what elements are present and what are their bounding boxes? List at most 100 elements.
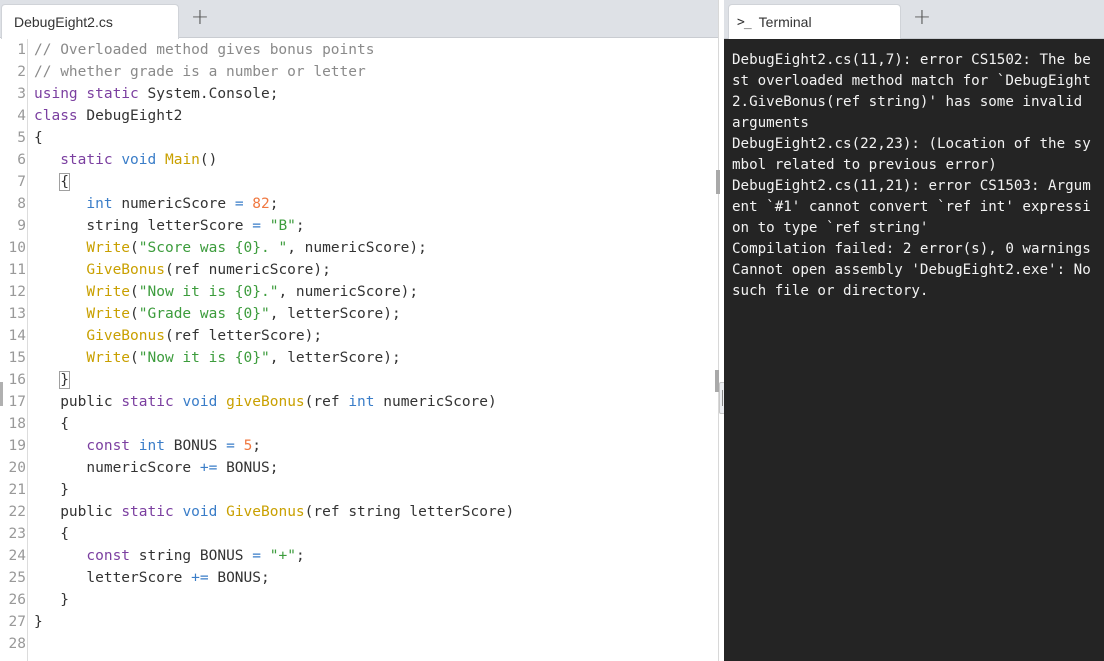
line-number: 3 — [17, 86, 26, 102]
code-text: // Overloaded method gives bonus points — [34, 39, 374, 61]
code-line[interactable]: 22 public static void GiveBonus(ref stri… — [0, 501, 700, 523]
code-token-plain: ; — [269, 196, 279, 212]
code-token-type: void — [121, 152, 157, 168]
code-line[interactable]: 1 // Overloaded method gives bonus points — [0, 39, 700, 61]
code-token-plain: { — [34, 130, 43, 146]
code-token-fn: giveBonus — [226, 394, 305, 410]
code-text: } — [34, 611, 43, 633]
code-line[interactable]: 27} — [0, 611, 700, 633]
code-token-op: += — [191, 570, 209, 586]
line-number: 27 — [8, 614, 26, 630]
line-number: 11 — [8, 262, 26, 278]
code-token-type: void — [182, 394, 218, 410]
line-number: 9 — [17, 218, 26, 234]
code-token-plain: ( — [130, 350, 139, 366]
code-line[interactable]: 7 { — [0, 171, 700, 193]
line-number: 18 — [8, 416, 26, 432]
add-editor-tab-button[interactable]: + — [180, 4, 220, 30]
line-number: 10 — [8, 240, 26, 256]
code-line[interactable]: 11 GiveBonus(ref numericScore); — [0, 259, 700, 281]
code-token-kw: class — [34, 108, 78, 124]
editor-fold-marker — [0, 382, 3, 406]
code-text: letterScore += BONUS; — [34, 567, 269, 589]
code-token-plain: BONUS — [164, 438, 227, 454]
code-token-plain: (ref letterScore); — [164, 328, 323, 344]
code-line[interactable]: 21 } — [0, 479, 700, 501]
code-token-plain: System.Console; — [138, 86, 279, 102]
tab-terminal[interactable]: >_ Terminal — [728, 4, 901, 39]
code-line[interactable]: 8 int numericScore = 82; — [0, 193, 700, 215]
code-line[interactable]: 28 — [0, 633, 700, 655]
line-number: 12 — [8, 284, 26, 300]
code-line[interactable]: 15 Write("Now it is {0}", letterScore); — [0, 347, 700, 369]
line-number: 22 — [8, 504, 26, 520]
code-line[interactable]: 2 // whether grade is a number or letter — [0, 61, 700, 83]
code-token-kw: const — [86, 438, 131, 454]
code-text: public static void giveBonus(ref int num… — [34, 391, 497, 413]
code-line[interactable]: 23 { — [0, 523, 700, 545]
code-token-op: = — [226, 438, 235, 454]
code-token-str: "B" — [269, 218, 296, 234]
tab-label: DebugEight2.cs — [14, 14, 113, 30]
code-text: { — [34, 523, 69, 545]
line-number: 23 — [8, 526, 26, 542]
line-number: 20 — [8, 460, 26, 476]
code-token-plain: , letterScore); — [269, 306, 401, 322]
tab-debugeight2-cs[interactable]: DebugEight2.cs — [1, 4, 179, 39]
code-line[interactable]: 13 Write("Grade was {0}", letterScore); — [0, 303, 700, 325]
terminal-output[interactable]: DebugEight2.cs(11,7): error CS1502: The … — [732, 50, 1098, 302]
code-line[interactable]: 5{ — [0, 127, 700, 149]
code-text: Write("Grade was {0}", letterScore); — [34, 303, 401, 325]
code-line[interactable]: 25 letterScore += BONUS; — [0, 567, 700, 589]
editor-tab-bar: DebugEight2.cs + — [0, 0, 718, 39]
editor-scrollbar-thumb-upper[interactable] — [716, 170, 720, 194]
code-line[interactable]: 9 string letterScore = "B"; — [0, 215, 700, 237]
line-number: 13 — [8, 306, 26, 322]
code-line[interactable]: 4 class DebugEight2 — [0, 105, 700, 127]
plus-icon: + — [190, 4, 210, 30]
code-text: } — [34, 369, 70, 391]
code-token-str: "Grade was {0}" — [138, 306, 270, 322]
code-text: { — [34, 413, 69, 435]
code-line[interactable]: 6 static void Main() — [0, 149, 700, 171]
code-text: const int BONUS = 5; — [34, 435, 261, 457]
code-token-plain: numericScore) — [374, 394, 497, 410]
code-line[interactable]: 17 public static void giveBonus(ref int … — [0, 391, 700, 413]
code-line[interactable]: 20 numericScore += BONUS; — [0, 457, 700, 479]
code-token-kw: static — [86, 86, 139, 102]
code-line[interactable]: 3 using static System.Console; — [0, 83, 700, 105]
code-line[interactable]: 14 GiveBonus(ref letterScore); — [0, 325, 700, 347]
add-terminal-tab-button[interactable]: + — [902, 4, 942, 30]
code-line[interactable]: 18 { — [0, 413, 700, 435]
code-token-comment: // whether grade is a number or letter — [34, 64, 366, 80]
code-line[interactable]: 24 const string BONUS = "+"; — [0, 545, 700, 567]
code-line[interactable]: 19 const int BONUS = 5; — [0, 435, 700, 457]
code-token-str: "Now it is {0}" — [138, 350, 270, 366]
code-line[interactable]: 26 } — [0, 589, 700, 611]
code-line[interactable]: 16 } — [0, 369, 700, 391]
code-token-plain: ( — [130, 284, 139, 300]
code-text: } — [34, 479, 69, 501]
code-token-plain: public — [34, 394, 122, 410]
code-token-fn: Write — [86, 284, 131, 300]
code-line[interactable]: 12 Write("Now it is {0}.", numericScore)… — [0, 281, 700, 303]
code-line[interactable]: 10 Write("Score was {0}. ", numericScore… — [0, 237, 700, 259]
line-number: 15 — [8, 350, 26, 366]
code-text: using static System.Console; — [34, 83, 278, 105]
code-token-plain: (ref numericScore); — [164, 262, 331, 278]
code-text: Write("Score was {0}. ", numericScore); — [34, 237, 426, 259]
line-number: 17 — [8, 394, 26, 410]
line-number: 4 — [17, 108, 26, 124]
code-token-plain: numericScore — [112, 196, 235, 212]
code-editor[interactable]: 1 // Overloaded method gives bonus points… — [0, 39, 718, 661]
code-text: public static void GiveBonus(ref string … — [34, 501, 514, 523]
